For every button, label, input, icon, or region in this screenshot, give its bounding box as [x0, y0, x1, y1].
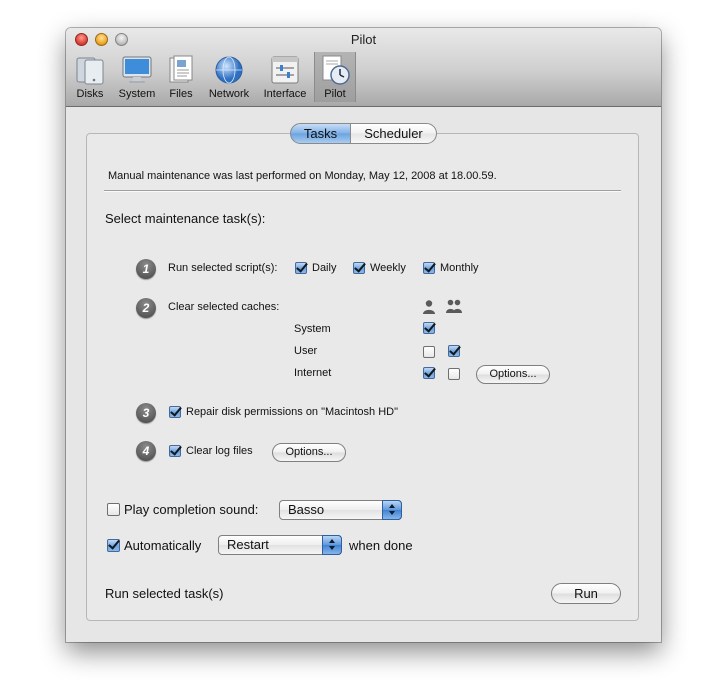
single-user-icon — [423, 300, 435, 314]
daily-label: Daily — [312, 262, 337, 274]
sound-popup-value: Basso — [288, 502, 325, 517]
internet-cache-user-checkbox[interactable] — [423, 367, 435, 379]
toolbar-item-system[interactable]: System — [114, 52, 160, 102]
monthly-checkbox[interactable] — [423, 262, 435, 274]
toolbar-label-interface: Interface — [263, 88, 307, 100]
separator — [104, 190, 621, 191]
sound-popup[interactable]: Basso — [279, 500, 402, 520]
monthly-label: Monthly — [440, 262, 479, 274]
repair-permissions-label: Repair disk permissions on "Macintosh HD… — [186, 406, 398, 418]
toolbar-item-pilot[interactable]: Pilot — [314, 52, 356, 102]
play-sound-label: Play completion sound: — [124, 502, 259, 517]
system-cache-user-checkbox[interactable] — [423, 322, 435, 334]
toolbar-item-files[interactable]: Files — [164, 52, 198, 102]
group-users-icon — [446, 299, 462, 313]
run-scripts-label: Run selected script(s): — [168, 262, 278, 274]
clear-logs-label: Clear log files — [186, 445, 253, 457]
after-action-popup-value: Restart — [227, 537, 269, 552]
step-4-badge: 4 — [136, 441, 156, 461]
after-action-popup[interactable]: Restart — [218, 535, 342, 555]
globe-icon — [215, 56, 243, 84]
logs-options-button[interactable]: Options... — [272, 443, 346, 462]
tasks-heading: Select maintenance task(s): — [105, 211, 266, 226]
popup-arrows-icon — [382, 500, 402, 520]
internet-options-button[interactable]: Options... — [476, 365, 550, 384]
toolbar-item-disks[interactable]: Disks — [72, 52, 108, 102]
automatically-label: Automatically — [124, 538, 202, 553]
step-1-badge: 1 — [136, 259, 156, 279]
tab-tasks[interactable]: Tasks — [290, 123, 351, 144]
clear-logs-checkbox[interactable] — [169, 445, 181, 457]
daily-checkbox[interactable] — [295, 262, 307, 274]
popup-arrows-icon — [322, 535, 342, 555]
cache-row-internet-label: Internet — [294, 367, 332, 379]
run-selected-label: Run selected task(s) — [105, 586, 224, 601]
tab-scheduler[interactable]: Scheduler — [350, 123, 437, 144]
toolbar-label-pilot: Pilot — [324, 88, 346, 100]
repair-permissions-checkbox[interactable] — [169, 406, 181, 418]
when-done-label: when done — [349, 538, 413, 553]
toolbar-label-system: System — [118, 88, 156, 100]
user-cache-group-checkbox[interactable] — [448, 345, 460, 357]
sliders-icon — [271, 56, 299, 84]
toolbar-label-files: Files — [169, 88, 193, 100]
titlebar: Pilot Disks System Files Network Interfa… — [66, 28, 661, 107]
automatically-checkbox[interactable] — [107, 539, 120, 552]
step-2-badge: 2 — [136, 298, 156, 318]
monitor-icon — [122, 56, 152, 83]
weekly-label: Weekly — [370, 262, 406, 274]
toolbar-label-disks: Disks — [76, 88, 104, 100]
disks-icon — [76, 57, 104, 85]
clear-caches-label: Clear selected caches: — [168, 301, 280, 313]
toolbar-item-interface[interactable]: Interface — [259, 52, 311, 102]
internet-cache-group-checkbox[interactable] — [448, 368, 460, 380]
run-button[interactable]: Run — [551, 583, 621, 604]
step-3-badge: 3 — [136, 403, 156, 423]
files-icon — [169, 55, 193, 83]
user-cache-user-checkbox[interactable] — [423, 346, 435, 358]
weekly-checkbox[interactable] — [353, 262, 365, 274]
play-sound-checkbox[interactable] — [107, 503, 120, 516]
toolbar-label-network: Network — [208, 88, 250, 100]
toolbar-item-network[interactable]: Network — [204, 52, 254, 102]
pilot-clock-icon — [322, 55, 350, 85]
last-maintenance-status: Manual maintenance was last performed on… — [108, 170, 497, 182]
window-title: Pilot — [350, 32, 377, 47]
cache-row-system-label: System — [294, 323, 331, 335]
cache-row-user-label: User — [294, 345, 318, 357]
